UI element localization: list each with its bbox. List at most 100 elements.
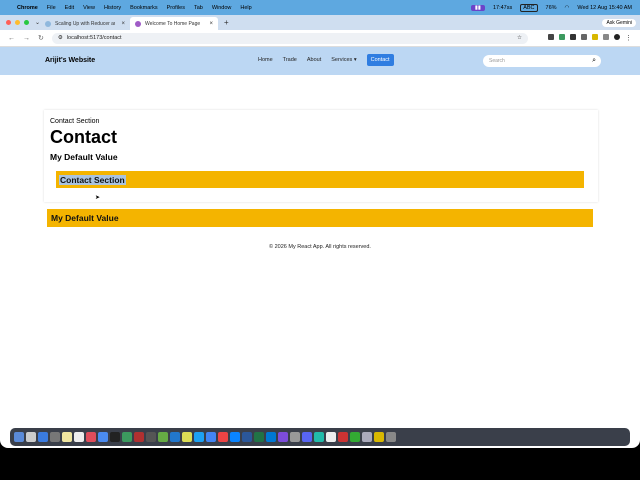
extensions-puzzle-icon[interactable] [603, 34, 609, 40]
url-field[interactable]: ⚙ localhost:5173/contact ☆ [51, 32, 528, 44]
browser-window: ← → ↻ ⚙ localhost:5173/contact ☆ ⋮ Ariji… [0, 30, 640, 448]
app-icon[interactable] [278, 432, 288, 442]
back-icon[interactable]: ← [8, 35, 15, 42]
app-icon[interactable] [290, 432, 300, 442]
menubar-view[interactable]: View [83, 5, 95, 11]
bookmark-star-icon[interactable]: ☆ [517, 35, 522, 41]
profile-avatar[interactable] [614, 34, 620, 40]
app-icon[interactable] [182, 432, 192, 442]
site-search-box[interactable]: Search ⌕ [483, 55, 601, 67]
keyboard-input-indicator[interactable]: ABC [520, 3, 538, 12]
status-time[interactable]: 17:47ss [493, 5, 512, 11]
app-icon[interactable] [122, 432, 132, 442]
new-tab-plus-icon[interactable]: + [224, 18, 229, 27]
tab-active[interactable]: Welcome To Home Page × [130, 17, 219, 30]
discord-icon[interactable] [302, 432, 312, 442]
extension-icon[interactable] [559, 34, 565, 40]
top-black-bar: Chrome File Edit View History Bookmarks … [0, 0, 640, 30]
calendar-icon[interactable] [74, 432, 84, 442]
default-value-band: My Default Value [47, 209, 593, 227]
contact-card: Contact Section Contact My Default Value… [44, 110, 598, 202]
finder-icon[interactable] [14, 432, 24, 442]
site-brand[interactable]: Arijit's Website [45, 57, 95, 64]
site-navbar: Arijit's Website Home Trade About Servic… [0, 47, 640, 75]
terminal-icon[interactable] [110, 432, 120, 442]
extension-icon[interactable] [581, 34, 587, 40]
tab-title: Welcome To Home Page [145, 20, 201, 27]
app-store-icon[interactable] [38, 432, 48, 442]
app-icon[interactable] [194, 432, 204, 442]
menubar-window[interactable]: Window [212, 5, 232, 11]
menubar-app-name[interactable]: Chrome [17, 5, 38, 11]
contact-subheading: Contact Section [50, 118, 100, 125]
app-icon[interactable] [362, 432, 372, 442]
menubar-help[interactable]: Help [240, 5, 251, 11]
chrome-icon[interactable] [206, 432, 216, 442]
url-text: localhost:5173/contact [66, 35, 122, 41]
app-icon[interactable] [170, 432, 180, 442]
close-tab-icon[interactable]: × [122, 21, 126, 27]
recording-badge[interactable]: ▮▮ [470, 4, 485, 11]
default-value-label: My Default Value [51, 213, 119, 223]
tab-inactive[interactable]: Scaling Up with Reducer and × [40, 17, 130, 30]
ask-gemini-button[interactable]: Ask Gemini [602, 18, 636, 27]
window-controls [6, 20, 29, 25]
messages-icon[interactable] [98, 432, 108, 442]
app-icon[interactable] [326, 432, 336, 442]
settings-icon[interactable] [50, 432, 60, 442]
menubar-datetime[interactable]: Wed 12 Aug 15:40 AM [577, 5, 632, 11]
minimize-window-button[interactable] [15, 20, 20, 25]
reload-icon[interactable]: ↻ [38, 34, 44, 42]
trash-icon[interactable] [386, 432, 396, 442]
extension-icon[interactable] [548, 34, 554, 40]
app-icon[interactable] [350, 432, 360, 442]
favicon-icon [45, 20, 52, 27]
macos-dock [10, 428, 630, 446]
battery-percent[interactable]: 76% [546, 5, 557, 11]
app-icon[interactable] [374, 432, 384, 442]
menubar-profiles[interactable]: Profiles [167, 5, 185, 11]
word-icon[interactable] [242, 432, 252, 442]
search-icon[interactable]: ⌕ [592, 57, 596, 65]
menubar-history[interactable]: History [104, 5, 121, 11]
menubar-file[interactable]: File [47, 5, 56, 11]
extension-icon[interactable] [592, 34, 598, 40]
nav-contact[interactable]: Contact [366, 54, 394, 66]
tab-title: Scaling Up with Reducer and [55, 20, 116, 27]
address-bar-row: ← → ↻ ⚙ localhost:5173/contact ☆ ⋮ [0, 30, 640, 47]
close-tab-icon[interactable]: × [210, 21, 214, 27]
zoom-window-button[interactable] [24, 20, 29, 25]
extension-icon[interactable] [570, 34, 576, 40]
menubar-tab[interactable]: Tab [194, 5, 203, 11]
app-icon[interactable] [338, 432, 348, 442]
search-input[interactable]: Search [489, 58, 505, 64]
app-icon[interactable] [134, 432, 144, 442]
extensions-toolbar: ⋮ [548, 34, 640, 42]
forward-icon[interactable]: → [23, 35, 30, 42]
contact-section-band: Contact Section [56, 171, 584, 188]
nav-trade[interactable]: Trade [283, 57, 297, 63]
wifi-icon[interactable]: ◠ [565, 5, 570, 11]
nav-services[interactable]: Services ▾ [331, 57, 356, 63]
mouse-cursor-icon: ➤ [95, 195, 101, 201]
app-icon[interactable] [314, 432, 324, 442]
app-icon[interactable] [230, 432, 240, 442]
nav-about[interactable]: About [307, 57, 321, 63]
excel-icon[interactable] [254, 432, 264, 442]
app-icon[interactable] [158, 432, 168, 442]
launchpad-icon[interactable] [26, 432, 36, 442]
app-icon[interactable] [218, 432, 228, 442]
site-info-icon[interactable]: ⚙ [58, 35, 63, 41]
nav-home[interactable]: Home [258, 57, 273, 63]
site-footer: © 2026 My React App. All rights reserved… [269, 244, 371, 250]
vscode-icon[interactable] [266, 432, 276, 442]
more-menu-icon[interactable]: ⋮ [625, 34, 632, 42]
menubar-bookmarks[interactable]: Bookmarks [130, 5, 158, 11]
notes-icon[interactable] [62, 432, 72, 442]
close-window-button[interactable] [6, 20, 11, 25]
menubar-edit[interactable]: Edit [65, 5, 74, 11]
app-icon[interactable] [146, 432, 156, 442]
page-title: Contact [50, 127, 117, 147]
default-value-text: My Default Value [50, 152, 118, 162]
music-icon[interactable] [86, 432, 96, 442]
